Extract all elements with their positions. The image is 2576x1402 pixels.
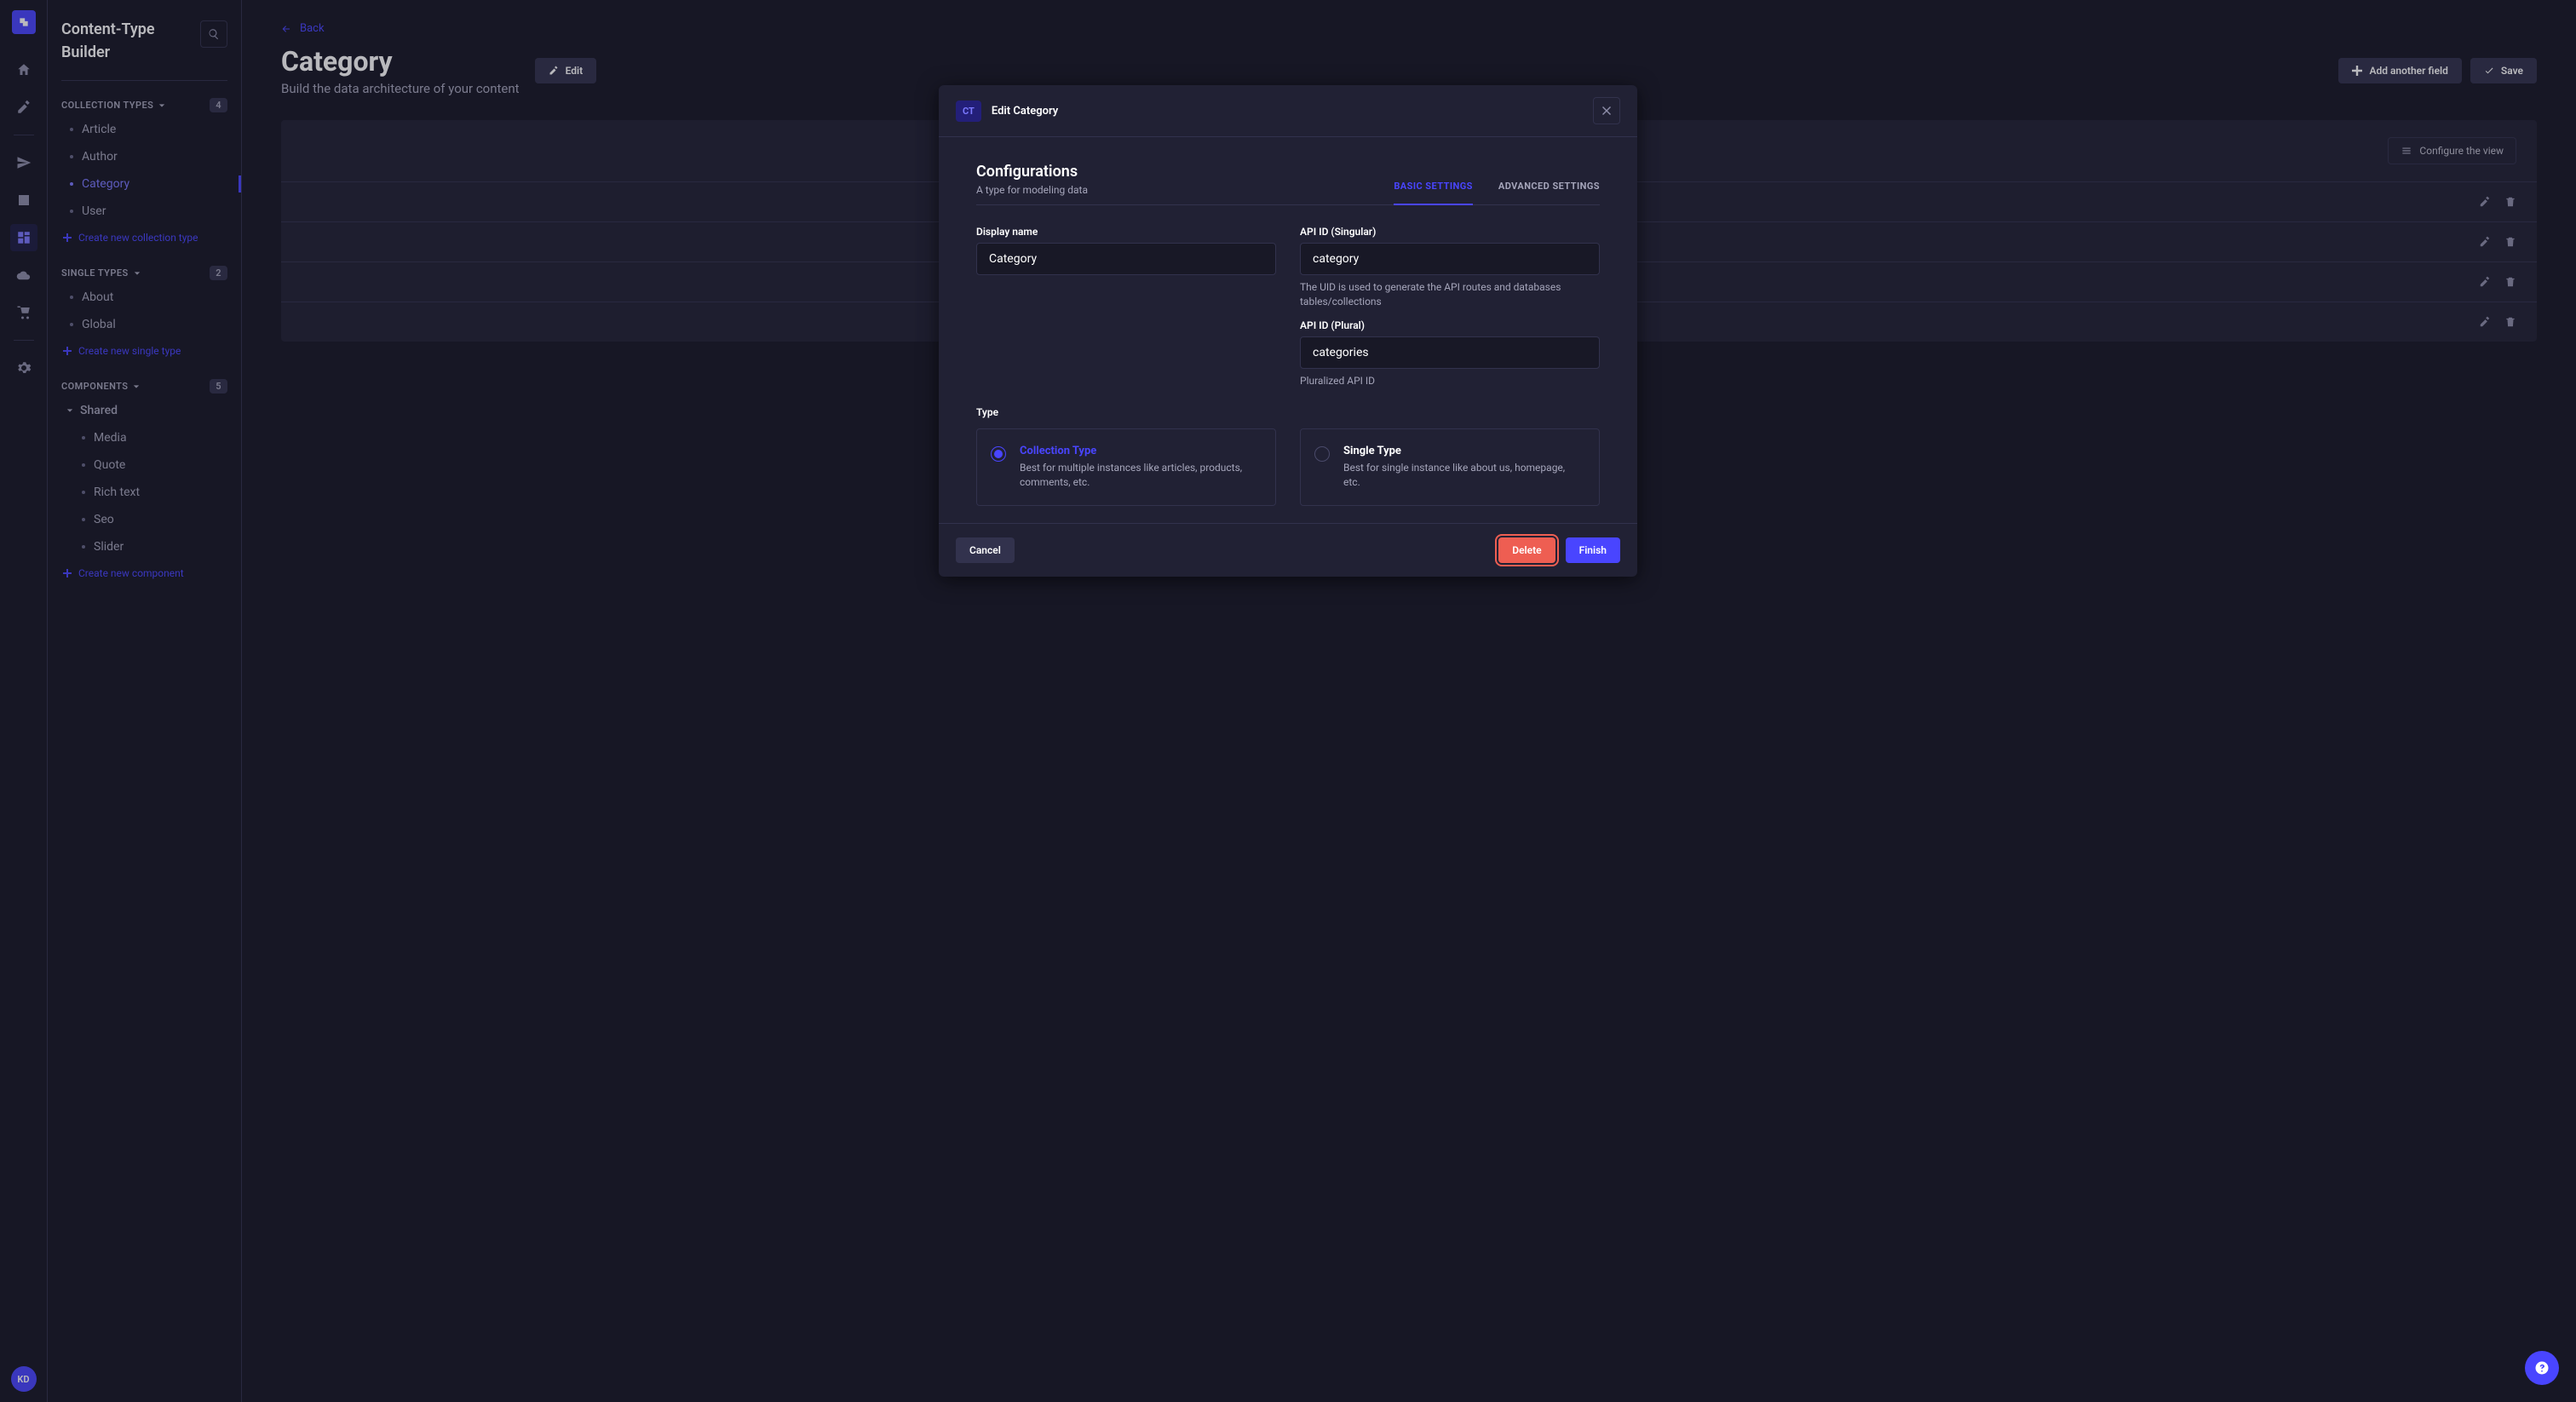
api-plural-help: Pluralized API ID [1300,374,1600,388]
type-card-single[interactable]: Single Type Best for single instance lik… [1300,428,1600,506]
tab-advanced[interactable]: ADVANCED SETTINGS [1498,181,1600,205]
api-plural-input[interactable] [1300,336,1600,369]
close-icon [1602,106,1611,115]
api-singular-help: The UID is used to generate the API rout… [1300,280,1600,309]
single-type-title: Single Type [1343,445,1584,457]
config-title: Configurations [976,163,1088,181]
modal-backdrop: CT Edit Category Configurations A type f… [0,0,2576,1402]
collection-type-title: Collection Type [1020,445,1260,457]
help-button[interactable] [2525,1351,2559,1385]
radio-icon [1314,446,1330,462]
cancel-button[interactable]: Cancel [956,537,1015,563]
close-button[interactable] [1593,97,1620,124]
config-subtitle: A type for modeling data [976,184,1088,196]
single-type-desc: Best for single instance like about us, … [1343,461,1584,490]
api-plural-label: API ID (Plural) [1300,319,1600,331]
edit-modal: CT Edit Category Configurations A type f… [939,85,1637,577]
type-card-collection[interactable]: Collection Type Best for multiple instan… [976,428,1276,506]
ct-pill: CT [956,101,981,122]
finish-button[interactable]: Finish [1566,537,1620,563]
question-icon [2534,1360,2550,1376]
type-section-label: Type [976,406,1600,418]
display-name-label: Display name [976,226,1276,238]
radio-selected-icon [991,446,1006,462]
display-name-input[interactable] [976,243,1276,275]
api-singular-label: API ID (Singular) [1300,226,1600,238]
tab-basic[interactable]: BASIC SETTINGS [1394,181,1473,205]
api-singular-input[interactable] [1300,243,1600,275]
modal-title: Edit Category [992,105,1058,118]
collection-type-desc: Best for multiple instances like article… [1020,461,1260,490]
delete-button[interactable]: Delete [1498,537,1555,563]
